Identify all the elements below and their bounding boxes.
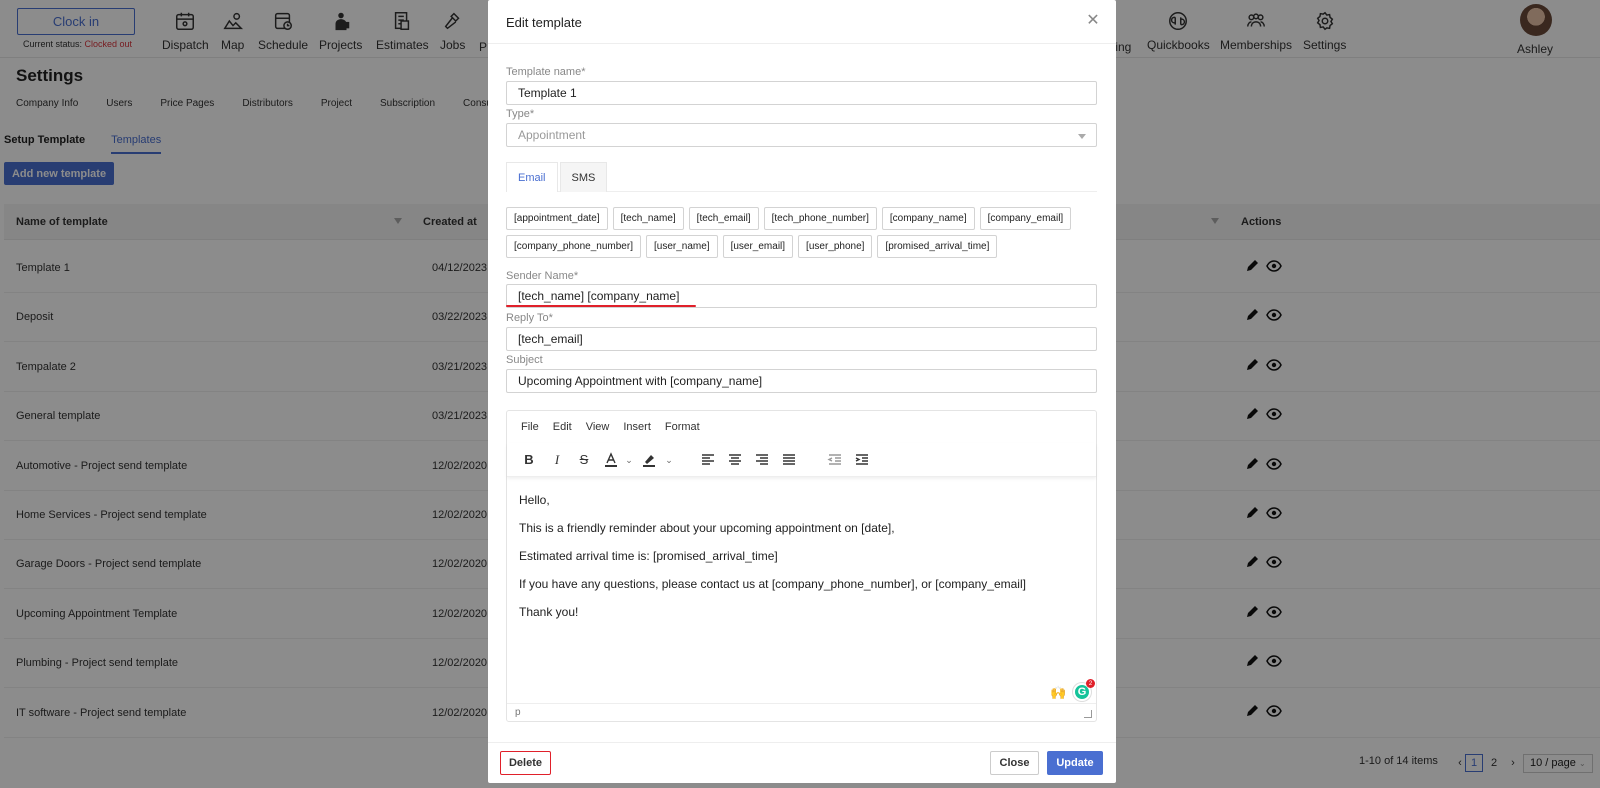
placeholder-tag[interactable]: [tech_name] bbox=[612, 207, 684, 230]
chevron-down-icon[interactable]: ⌄ bbox=[661, 452, 677, 468]
reply-to-input[interactable]: [tech_email] bbox=[506, 327, 1097, 351]
placeholder-tag[interactable]: [promised_arrival_time] bbox=[877, 235, 998, 258]
modal-title: Edit template bbox=[506, 15, 582, 30]
placeholder-tag[interactable]: [company_name] bbox=[881, 207, 975, 230]
menu-file[interactable]: File bbox=[521, 421, 539, 433]
menu-view[interactable]: View bbox=[586, 421, 610, 433]
placeholder-tag[interactable]: [tech_email] bbox=[688, 207, 759, 230]
template-name-label: Template name* bbox=[506, 66, 586, 78]
italic-icon[interactable]: I bbox=[549, 452, 565, 468]
align-left-icon[interactable] bbox=[700, 452, 716, 468]
editor-statusbar: p bbox=[507, 703, 1096, 721]
paragraph: If you have any questions, please contac… bbox=[519, 577, 1026, 591]
align-justify-icon[interactable] bbox=[781, 452, 797, 468]
paragraph: Hello, bbox=[519, 493, 550, 507]
chevron-down-icon bbox=[1078, 134, 1086, 139]
menu-edit[interactable]: Edit bbox=[553, 421, 572, 433]
close-icon[interactable]: ✕ bbox=[1086, 13, 1100, 29]
text-color-icon[interactable] bbox=[603, 452, 619, 468]
type-select[interactable]: Appointment bbox=[506, 123, 1097, 147]
outdent-icon[interactable] bbox=[827, 452, 843, 468]
tab-email[interactable]: Email bbox=[506, 162, 558, 192]
strikethrough-icon[interactable]: S bbox=[576, 452, 592, 468]
paragraph: Thank you! bbox=[519, 605, 579, 619]
placeholder-tag[interactable]: [company_phone_number] bbox=[506, 235, 641, 258]
delete-button[interactable]: Delete bbox=[500, 751, 551, 775]
resize-handle[interactable] bbox=[1084, 710, 1092, 718]
modal-footer: Delete Close Update bbox=[488, 742, 1116, 783]
email-sms-tabs: Email SMS bbox=[506, 162, 1097, 192]
grammarly-badge: 2 bbox=[1086, 679, 1095, 688]
emoji-icon[interactable]: 🙌 bbox=[1050, 685, 1066, 701]
type-label: Type* bbox=[506, 108, 535, 120]
paragraph: Estimated arrival time is: [promised_arr… bbox=[519, 549, 778, 563]
placeholder-tag[interactable]: [user_name] bbox=[645, 235, 718, 258]
highlight-color-icon[interactable] bbox=[641, 452, 657, 468]
rich-text-editor: File Edit View Insert Format B I S ⌄ ⌄ H… bbox=[506, 410, 1097, 722]
placeholder-tag[interactable]: [appointment_date] bbox=[506, 207, 608, 230]
subject-input[interactable]: Upcoming Appointment with [company_name] bbox=[506, 369, 1097, 393]
placeholder-tag[interactable]: [user_email] bbox=[722, 235, 794, 258]
element-path: p bbox=[515, 707, 521, 718]
red-underline-annotation bbox=[506, 305, 696, 307]
placeholder-tags: [appointment_date] [tech_name] [tech_email… bbox=[506, 207, 1106, 263]
placeholder-tag[interactable]: [user_phone] bbox=[798, 235, 873, 258]
paragraph: This is a friendly reminder about your u… bbox=[519, 521, 895, 535]
align-right-icon[interactable] bbox=[754, 452, 770, 468]
update-button[interactable]: Update bbox=[1047, 751, 1103, 775]
menu-insert[interactable]: Insert bbox=[623, 421, 651, 433]
editor-content[interactable]: Hello, This is a friendly reminder about… bbox=[519, 493, 1026, 633]
placeholder-tag[interactable]: [tech_phone_number] bbox=[763, 207, 877, 230]
modal-header: Edit template ✕ bbox=[488, 0, 1116, 44]
indent-icon[interactable] bbox=[854, 452, 870, 468]
editor-menubar: File Edit View Insert Format bbox=[507, 411, 1096, 443]
subject-label: Subject bbox=[506, 354, 543, 366]
tab-sms[interactable]: SMS bbox=[559, 162, 608, 192]
editor-toolbar: B I S ⌄ ⌄ bbox=[507, 443, 1096, 477]
align-center-icon[interactable] bbox=[727, 452, 743, 468]
close-button[interactable]: Close bbox=[990, 751, 1039, 775]
sender-name-label: Sender Name* bbox=[506, 270, 579, 282]
reply-to-label: Reply To* bbox=[506, 312, 553, 324]
template-name-input[interactable]: Template 1 bbox=[506, 81, 1097, 105]
bold-icon[interactable]: B bbox=[521, 452, 537, 468]
edit-template-modal: Edit template ✕ Template name* Template … bbox=[488, 0, 1116, 783]
placeholder-tag[interactable]: [company_email] bbox=[979, 207, 1072, 230]
menu-format[interactable]: Format bbox=[665, 421, 700, 433]
chevron-down-icon[interactable]: ⌄ bbox=[621, 452, 637, 468]
